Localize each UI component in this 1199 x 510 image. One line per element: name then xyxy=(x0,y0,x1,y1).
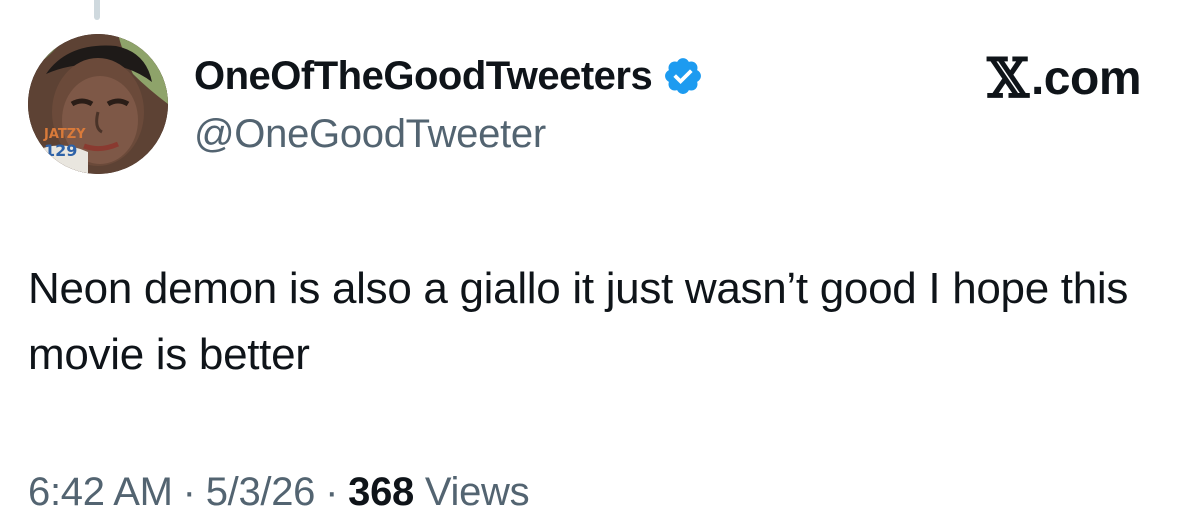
verified-badge-icon[interactable] xyxy=(662,55,704,97)
avatar-photo: JATZY 129 xyxy=(28,34,168,174)
tweet-body-text: Neon demon is also a giallo it just wasn… xyxy=(28,264,1129,379)
tweet-date[interactable]: 5/3/26 xyxy=(206,470,316,510)
tweet-time[interactable]: 6:42 AM xyxy=(28,470,173,510)
brand-logo: 𝕏 .com xyxy=(987,50,1141,106)
x-logo-icon: 𝕏 xyxy=(987,46,1029,110)
views-label: Views xyxy=(424,470,530,510)
author-display-name[interactable]: OneOfTheGoodTweeters xyxy=(194,54,653,99)
avatar-jersey-text: JATZY xyxy=(43,127,86,142)
author-name-row: OneOfTheGoodTweeters xyxy=(194,50,704,102)
meta-separator: · xyxy=(325,470,339,510)
avatar-jersey-number: 129 xyxy=(44,141,77,160)
brand-domain-text: .com xyxy=(1030,51,1142,105)
avatar[interactable]: JATZY 129 xyxy=(28,34,168,174)
author-handle[interactable]: @OneGoodTweeter xyxy=(194,112,546,157)
thread-connector-line xyxy=(94,0,100,20)
views-count: 368 xyxy=(348,470,414,510)
meta-separator: · xyxy=(182,470,196,510)
tweet-screenshot: JATZY 129 OneOfTheGoodTweeters @OneGoodT… xyxy=(0,0,1199,510)
tweet-metadata: 6:42 AM · 5/3/26 · 368 Views xyxy=(28,470,530,510)
